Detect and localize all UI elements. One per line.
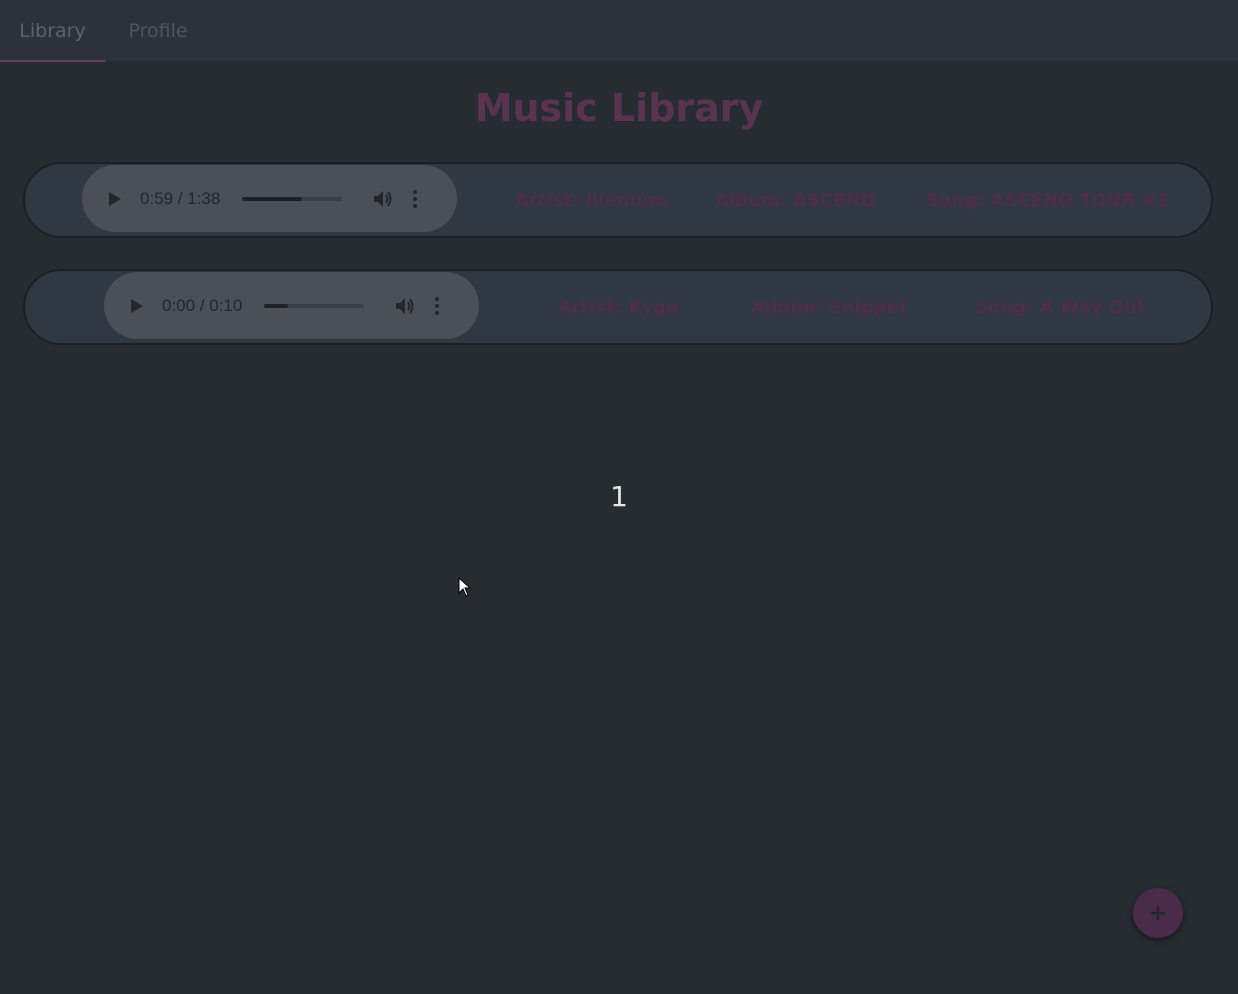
- tab-library[interactable]: Library: [0, 0, 105, 62]
- play-icon[interactable]: [128, 297, 146, 315]
- active-tab-indicator: [0, 60, 105, 62]
- audio-player[interactable]: 0:00 / 0:10: [104, 272, 479, 339]
- song-card: 0:59 / 1:38 Artist: Illenium Album: ASCE…: [23, 162, 1213, 238]
- more-options-icon[interactable]: [434, 296, 440, 315]
- page-title: Music Library: [474, 86, 764, 130]
- album-label: Album: Snippet: [751, 296, 908, 318]
- tab-bar: Library Profile: [0, 0, 1238, 62]
- tab-library-label: Library: [19, 19, 86, 42]
- artist-label: Artist: Kygo: [558, 296, 679, 318]
- tab-profile-label: Profile: [128, 19, 188, 42]
- album-label: Album: ASCEND: [715, 189, 876, 211]
- seek-progress: [242, 196, 302, 201]
- volume-icon[interactable]: [394, 296, 416, 316]
- mouse-cursor-icon: [458, 576, 472, 597]
- app-root: Library Profile Music Library 0:59 / 1:3…: [0, 0, 1238, 994]
- seek-progress: [264, 303, 288, 308]
- audio-player[interactable]: 0:59 / 1:38: [82, 165, 457, 232]
- tab-profile[interactable]: Profile: [112, 0, 204, 61]
- time-display: 0:59 / 1:38: [140, 188, 221, 208]
- more-options-icon[interactable]: [412, 189, 418, 208]
- song-label: Song: A Way Out: [975, 296, 1146, 318]
- seek-bar[interactable]: [242, 196, 342, 201]
- plus-icon: +: [1148, 900, 1168, 926]
- add-song-button[interactable]: +: [1133, 888, 1183, 938]
- song-label: Song: ASCEND TOUR #3: [926, 189, 1170, 211]
- artist-label: Artist: Illenium: [515, 189, 668, 211]
- page-number[interactable]: 1: [0, 480, 1238, 513]
- song-card: 0:00 / 0:10 Artist: Kygo Album: Snippet …: [23, 269, 1213, 345]
- time-display: 0:00 / 0:10: [162, 295, 243, 315]
- seek-bar[interactable]: [264, 303, 364, 308]
- play-icon[interactable]: [106, 190, 124, 208]
- volume-icon[interactable]: [372, 189, 394, 209]
